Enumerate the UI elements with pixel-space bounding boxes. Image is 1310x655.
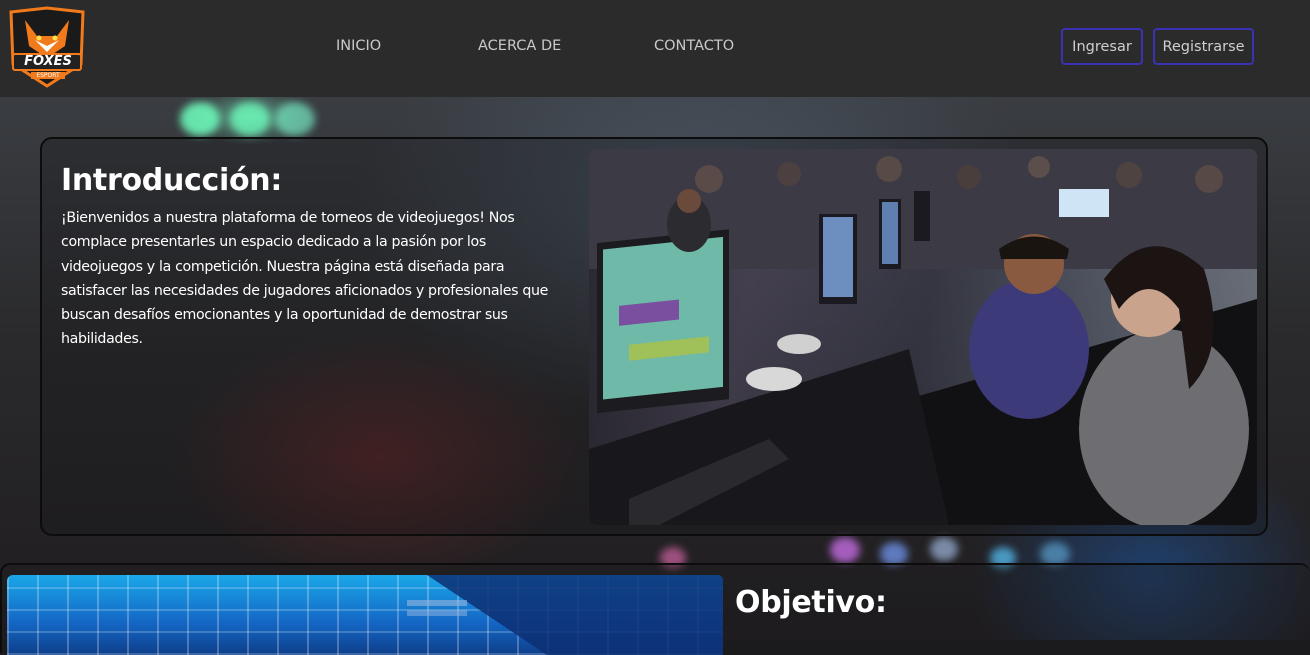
foxes-esport-logo[interactable]: FOXES ESPORT <box>7 6 87 88</box>
photo-illustration-icon <box>589 149 1257 525</box>
esports-tournament-photo <box>589 149 1257 525</box>
logo-subtext: ESPORT <box>31 72 65 79</box>
nav-inicio[interactable]: INICIO <box>336 38 381 54</box>
objective-title: Objetivo: <box>735 585 887 620</box>
nav-acerca-de[interactable]: ACERCA DE <box>478 38 561 54</box>
top-navbar: FOXES ESPORT INICIO ACERCA DE CONTACTO I… <box>0 0 1310 97</box>
logo-text: FOXES <box>24 54 72 69</box>
intro-title: Introducción: <box>61 163 283 198</box>
arena-illustration-icon <box>407 575 723 655</box>
intro-paragraph: ¡Bienvenidos a nuestra plataforma de tor… <box>61 210 549 348</box>
nav-contacto[interactable]: CONTACTO <box>654 38 734 54</box>
login-button[interactable]: Ingresar <box>1061 28 1143 65</box>
arena-photo <box>7 575 723 655</box>
register-button[interactable]: Registrarse <box>1153 28 1254 65</box>
